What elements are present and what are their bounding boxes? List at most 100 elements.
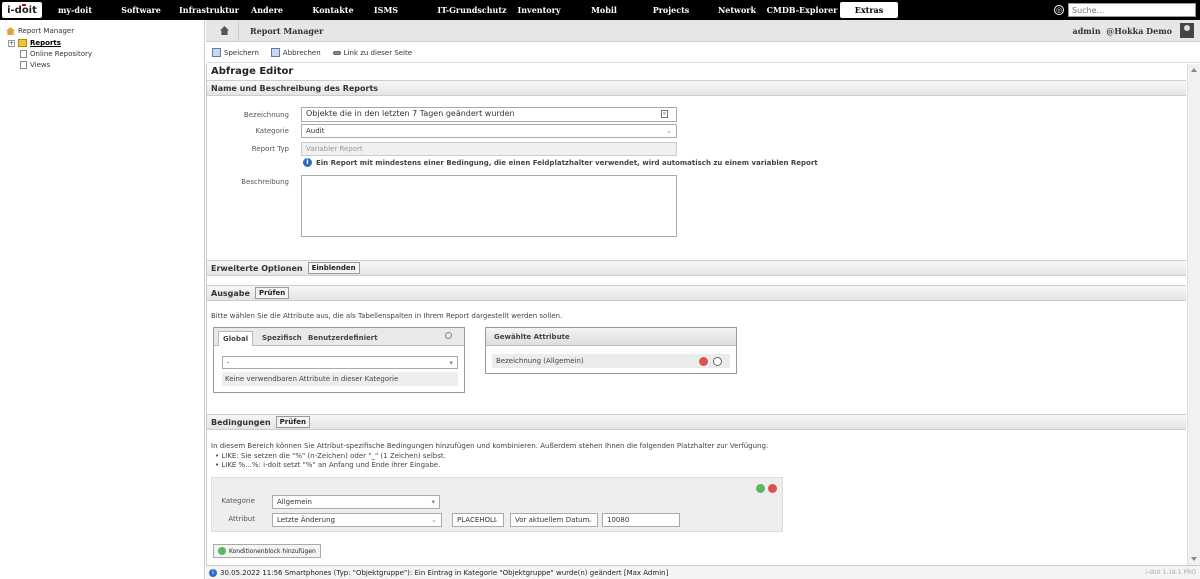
nav-extras[interactable]: Extras — [840, 2, 898, 18]
tree-root-label: Report Manager — [18, 27, 75, 35]
category-select[interactable]: Audit ⌄ — [301, 124, 677, 138]
check-conditions-button[interactable]: Prüfen — [275, 416, 310, 428]
conditions-intro: In diesem Bereich können Sie Attribut-sp… — [211, 442, 769, 450]
search-icon[interactable] — [445, 332, 452, 339]
section-name-description: Name und Beschreibung des Reports — [207, 80, 1186, 96]
info-icon: i — [303, 158, 312, 167]
nav-software[interactable]: Software — [108, 0, 174, 20]
nav-kontakte[interactable]: Kontakte — [300, 0, 366, 20]
info-icon: i — [209, 568, 217, 577]
status-bar: i 30.05.2022 11:56 Smartphones (Typ: "Ob… — [206, 565, 1200, 579]
condition-input-value: 10080 — [607, 516, 630, 524]
section-advanced-options: Erweiterte Optionen Einblenden — [207, 260, 1186, 276]
plus-icon — [218, 547, 226, 555]
section-title: Bedingungen — [211, 417, 271, 427]
condition-category-value: Allgemein — [277, 498, 312, 506]
tab-spezifisch[interactable]: Spezifisch — [258, 331, 306, 346]
folder-icon — [18, 39, 27, 47]
breadcrumb-current[interactable]: Report Manager — [250, 20, 323, 42]
chevron-down-icon: ▾ — [431, 498, 435, 506]
avatar[interactable] — [1180, 23, 1194, 38]
condition-block: Kategorie Allgemein ▾ Attribut Letzte Än… — [211, 477, 783, 532]
report-type-field: Variabler Report — [301, 142, 677, 156]
tree-item-reports[interactable]: + Reports — [8, 39, 61, 47]
remove-icon[interactable] — [699, 357, 708, 366]
nav-network[interactable]: Network — [712, 0, 762, 20]
cancel-icon — [270, 48, 280, 57]
condition-attribute-select[interactable]: Letzte Änderung ⌄ — [272, 513, 442, 527]
condition-category-select[interactable]: Allgemein ▾ — [272, 495, 440, 509]
condition-operator-select[interactable]: PLACEHOLI ⌄ — [452, 513, 504, 527]
globe-icon[interactable]: ◎ — [1054, 5, 1064, 15]
selected-attribute-row[interactable]: Bezeichnung (Allgemein) — [492, 354, 730, 368]
tab-global[interactable]: Global — [218, 331, 254, 346]
name-label: Bezeichnung — [243, 111, 289, 119]
tree-root[interactable]: Report Manager — [6, 27, 74, 35]
remove-condition-icon[interactable] — [768, 484, 777, 493]
translate-icon[interactable]: ≡ — [661, 110, 668, 118]
nav-infrastruktur[interactable]: Infrastruktur — [176, 0, 242, 20]
save-label: Speichern — [224, 48, 259, 57]
attribute-category-value: - — [227, 359, 230, 367]
main-content: Abfrage Editor Name und Beschreibung des… — [206, 64, 1186, 565]
idoit-logo[interactable]: i-doit — [2, 2, 42, 18]
home-icon — [6, 27, 15, 35]
add-condition-block-label: Konditionenblock hinzufügen — [229, 547, 316, 555]
scroll-down-icon[interactable] — [1191, 557, 1197, 561]
nav-cmdb-explorer[interactable]: CMDB-Explorer — [766, 0, 838, 20]
tree-item-label: Online Repository — [30, 50, 93, 58]
chevron-down-icon: ⌄ — [587, 516, 593, 524]
condition-attribute-label: Attribut — [228, 515, 255, 523]
description-label: Beschreibung — [241, 178, 289, 186]
condition-value-input[interactable]: 10080 — [602, 513, 680, 527]
page-title: Abfrage Editor — [211, 66, 294, 77]
attribute-category-select[interactable]: - ▾ — [222, 356, 458, 369]
show-advanced-button[interactable]: Einblenden — [307, 262, 360, 274]
cancel-button[interactable]: Abbrechen — [270, 48, 321, 57]
nav-isms[interactable]: ISMS — [366, 0, 406, 20]
document-icon — [20, 61, 27, 69]
link-icon — [332, 50, 341, 55]
add-condition-icon[interactable] — [756, 484, 765, 493]
selected-attribute-label: Bezeichnung (Allgemein) — [496, 357, 584, 365]
version-label: i-doit 1.18.1 PRO — [1145, 569, 1196, 576]
condition-operator-value: PLACEHOLI — [457, 516, 496, 524]
user-name: admin — [1072, 26, 1101, 36]
check-output-button[interactable]: Prüfen — [254, 287, 290, 299]
nav-inventory[interactable]: Inventory — [514, 0, 564, 20]
empty-attribute-message: Keine verwendbaren Attribute in dieser K… — [222, 372, 458, 386]
link-label: Link zu dieser Seite — [343, 48, 413, 57]
selected-attributes-head: Gewählte Attribute — [486, 328, 736, 346]
tree-item-label: Reports — [30, 39, 61, 47]
tenant-name: @Hokka Demo — [1106, 26, 1172, 36]
tree-item-views[interactable]: Views — [20, 61, 50, 69]
tree-item-online-repository[interactable]: Online Repository — [20, 50, 92, 58]
scrollbar[interactable] — [1187, 64, 1200, 565]
tree-item-label: Views — [30, 61, 51, 69]
user-info[interactable]: admin @Hokka Demo — [1073, 20, 1172, 42]
nav-it-grundschutz[interactable]: IT-Grundschutz — [430, 0, 514, 20]
home-icon[interactable] — [220, 26, 229, 35]
add-condition-block-button[interactable]: Konditionenblock hinzufügen — [213, 544, 321, 558]
nav-projects[interactable]: Projects — [646, 0, 696, 20]
expand-icon[interactable]: + — [8, 39, 15, 47]
description-textarea[interactable] — [301, 175, 677, 237]
conditions-bullet-like-wrap: • LIKE %...%: i-doit setzt "%" an Anfang… — [215, 461, 441, 469]
scroll-up-icon[interactable] — [1191, 68, 1197, 72]
chevron-down-icon: ▾ — [449, 359, 453, 367]
save-button[interactable]: Speichern — [212, 48, 259, 57]
tab-benutzerdefiniert[interactable]: Benutzerdefiniert — [304, 331, 382, 346]
name-value: Objekte die in den letzten 7 Tagen geänd… — [306, 109, 515, 118]
name-field[interactable]: Objekte die in den letzten 7 Tagen geänd… — [301, 107, 677, 122]
search-area: ◎ — [1054, 3, 1196, 17]
link-button[interactable]: Link zu dieser Seite — [332, 48, 413, 57]
radio-icon[interactable] — [713, 357, 722, 366]
nav-my-doit[interactable]: my-doit — [44, 0, 106, 20]
condition-relation-select[interactable]: Vor aktuellem Datum ⌄ — [510, 513, 598, 527]
report-type-value: Variabler Report — [306, 145, 363, 153]
nav-andere[interactable]: Andere — [242, 0, 292, 20]
save-icon — [212, 48, 221, 57]
search-input[interactable] — [1068, 3, 1196, 17]
document-icon — [20, 50, 27, 58]
nav-mobil[interactable]: Mobil — [584, 0, 624, 20]
